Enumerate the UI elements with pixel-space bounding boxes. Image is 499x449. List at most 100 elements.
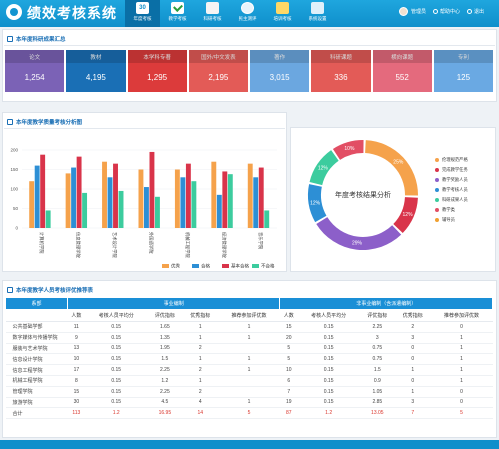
total-row: 合计 113 1.2 16.95 14 5 87 1.2 13.05 7 5 <box>5 407 493 420</box>
bar-0[interactable] <box>247 163 253 228</box>
bar-3[interactable] <box>82 192 88 228</box>
subhead-cell: 考核人员平均分 <box>297 309 360 322</box>
col-group-non-establishment: 非事业编制（含派遣编制） <box>279 297 493 310</box>
kpi-label: 专利 <box>433 50 493 63</box>
bar-0[interactable] <box>211 161 217 228</box>
kpi-value: 1,295 <box>127 63 187 92</box>
calendar-icon: 30 <box>136 2 149 14</box>
bar-2[interactable] <box>76 156 82 228</box>
bar-1[interactable] <box>180 177 186 228</box>
legend-item[interactable]: 伦理规范严格 <box>435 155 468 165</box>
bar-1[interactable] <box>216 194 222 228</box>
bar-0[interactable] <box>29 181 35 228</box>
table-section-title: 本年度教学人员考核评优推荐表 <box>7 286 93 294</box>
bar-2[interactable] <box>113 163 118 228</box>
dept-cell: 机械工程学院 <box>5 375 68 387</box>
bar-1[interactable] <box>253 177 259 228</box>
bar-1[interactable] <box>71 167 77 228</box>
bar-3[interactable] <box>227 174 233 228</box>
bar-1[interactable] <box>34 165 40 228</box>
bar-2[interactable] <box>222 171 228 228</box>
table-cell: 3 <box>395 397 431 409</box>
legend-item[interactable]: 教学奖励人员 <box>435 175 468 185</box>
bar-section-title: 本年度教学质量考核分析图 <box>7 118 82 126</box>
table-cell: 14 <box>182 407 218 420</box>
bar-3[interactable] <box>264 210 270 228</box>
table-cell: 13.05 <box>359 407 396 420</box>
nav-annual-assessment[interactable]: 30 年度考核 <box>125 0 160 27</box>
bar-1[interactable] <box>107 177 113 228</box>
table-cell: 7 <box>279 386 298 398</box>
table-cell: 1 <box>430 332 493 344</box>
x-tick-label: 信息管理学院 <box>75 232 82 258</box>
kpi-card[interactable]: 教材 4,195 <box>66 50 126 92</box>
donut-slice[interactable] <box>365 140 418 196</box>
bar-2[interactable] <box>185 163 191 228</box>
kpi-card[interactable]: 论文 1,254 <box>5 50 65 92</box>
nav-research-assessment[interactable]: 科研考核 <box>195 0 230 27</box>
bar-1[interactable] <box>144 187 149 228</box>
table-cell: 4 <box>182 397 218 409</box>
table-cell: 10 <box>67 353 86 366</box>
table-cell <box>217 343 280 355</box>
kpi-card[interactable]: 横向课题 552 <box>372 50 432 92</box>
table-cell: 0.75 <box>359 343 396 355</box>
help-center-link[interactable]: 帮助中心 <box>432 8 460 15</box>
table-cell: 0.15 <box>85 386 148 398</box>
kpi-card[interactable]: 科研课题 336 <box>311 50 371 92</box>
table-cell: 5 <box>279 353 298 366</box>
table-cell: 1 <box>430 375 493 387</box>
legend-item[interactable]: 教学考核人员 <box>435 185 468 195</box>
kpi-label: 科研课题 <box>311 50 371 63</box>
bar-2[interactable] <box>258 167 264 228</box>
bar-3[interactable] <box>45 210 51 228</box>
bar-2[interactable] <box>149 151 155 228</box>
subhead-cell: 评优指标 <box>147 309 183 322</box>
kpi-card[interactable]: 本学科专著 1,295 <box>127 50 187 92</box>
note-icon <box>276 2 289 14</box>
donut-percent-label: 29% <box>352 241 363 247</box>
user-profile[interactable]: 管理员 <box>398 7 426 16</box>
bar-3[interactable] <box>155 196 160 228</box>
nav-system-settings[interactable]: 系统设置 <box>300 0 335 27</box>
table-cell: 1.35 <box>147 332 183 344</box>
legend-swatch <box>435 198 439 202</box>
table-row: 服装与艺术学院 13 0.15 1.95 2 5 0.15 0.75 0 1 <box>5 343 493 355</box>
bar-0[interactable] <box>65 173 71 228</box>
donut-legend: 伦理规范严格完成教学任务教学奖励人员教学考核人员 科研成果人员教学类 辅导员 <box>435 155 468 225</box>
legend-item[interactable]: 教学类 <box>435 205 468 215</box>
nav-training-assessment[interactable]: 培训考核 <box>265 0 300 27</box>
bar-3[interactable] <box>191 181 197 228</box>
table-cell: 0 <box>430 321 493 333</box>
bar-0[interactable] <box>102 161 107 228</box>
kpi-card[interactable]: 著作 3,015 <box>250 50 310 92</box>
table-cell: 1 <box>182 353 218 366</box>
table-cell: 1 <box>430 353 493 366</box>
kpi-card[interactable]: 国外/中文发表 2,195 <box>188 50 248 92</box>
legend-label: 教学考核人员 <box>442 187 468 192</box>
bar-2[interactable] <box>40 154 46 228</box>
table-cell: 3 <box>359 332 396 344</box>
legend-label: 科研成果人员 <box>442 197 468 202</box>
y-tick-label: 0 <box>15 226 18 231</box>
bar-3[interactable] <box>118 190 124 228</box>
table-cell: 0 <box>395 353 431 366</box>
dept-cell: 合计 <box>5 407 68 420</box>
legend-item[interactable]: 科研成果人员 <box>435 195 468 205</box>
avatar <box>398 7 408 16</box>
bar-0[interactable] <box>138 169 144 229</box>
legend-item[interactable]: 完成教学任务 <box>435 165 468 175</box>
kpi-value: 552 <box>372 63 432 92</box>
bar-0[interactable] <box>174 169 180 229</box>
nav-label: 民主测评 <box>238 16 257 21</box>
legend-item[interactable]: 辅导员 <box>435 215 468 225</box>
nav-democratic-evaluation[interactable]: 民主测评 <box>230 0 265 27</box>
table-cell: 2.85 <box>359 397 396 409</box>
legend-label: 完成教学任务 <box>442 167 468 172</box>
logout-link[interactable]: 退出 <box>466 8 484 15</box>
kpi-card[interactable]: 专利 125 <box>433 50 493 92</box>
table-cell: 1 <box>430 364 493 376</box>
bar-chart: 0 50 100 150 200 计算机学院 信息管理学院 艺术设计学院 外国语学院 机械工程学院… <box>10 148 277 268</box>
nav-teaching-assessment[interactable]: 教学考核 <box>160 0 195 27</box>
subhead-cell: 考核人员平均分 <box>85 309 148 322</box>
